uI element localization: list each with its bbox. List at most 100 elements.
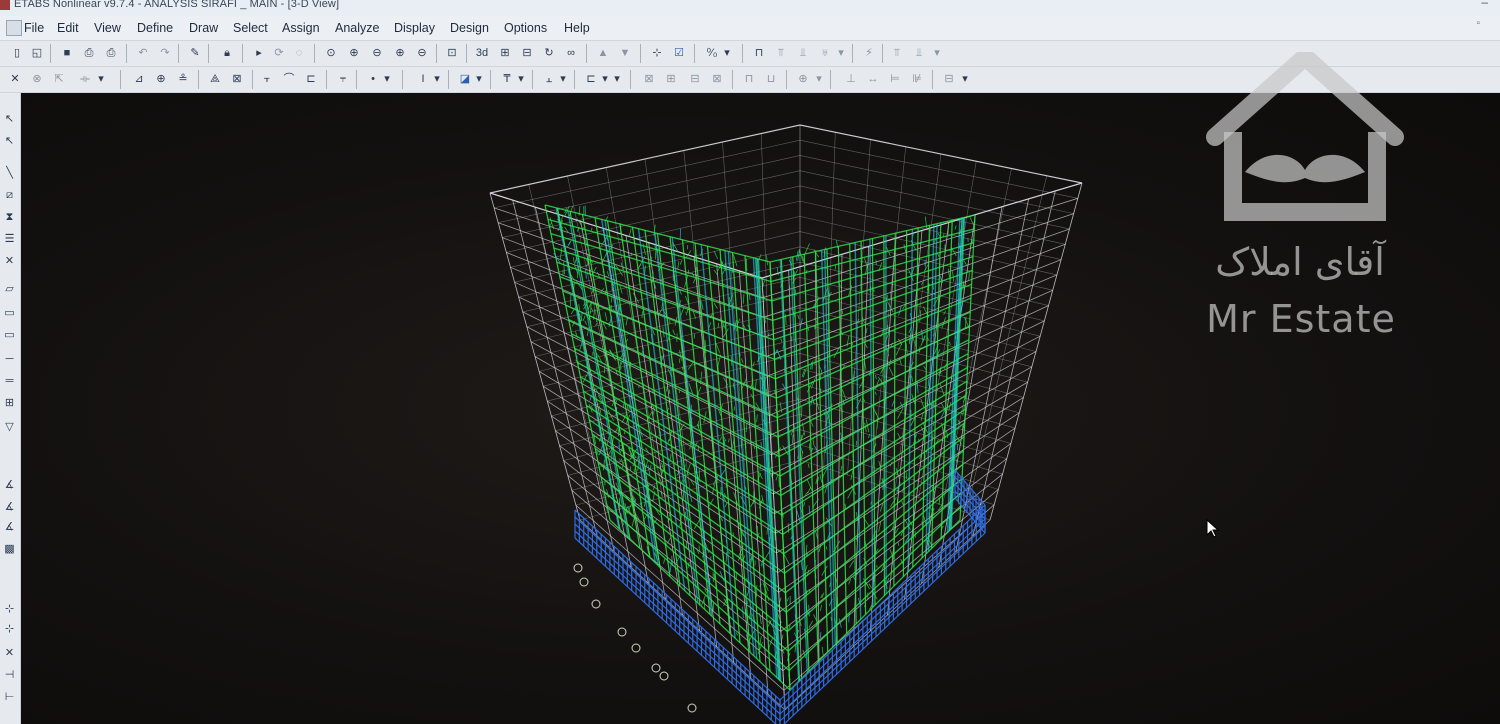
snap-perpendicular-icon[interactable]: ⊨: [886, 70, 904, 88]
design-icon[interactable]: ∡: [1, 519, 18, 536]
undo-icon[interactable]: ↶: [134, 44, 152, 62]
restore-view-icon[interactable]: ⊙: [322, 44, 340, 62]
percent-icon[interactable]: ⁰⁄₀: [700, 44, 724, 62]
select-all-icon[interactable]: ✕: [6, 70, 24, 88]
redo-icon[interactable]: ↷: [156, 44, 174, 62]
show-forces-icon[interactable]: ⫪: [888, 44, 906, 62]
lock-icon[interactable]: 🔒︎: [218, 44, 236, 62]
draw-area-icon[interactable]: ▱: [1, 281, 18, 298]
menu-analyze[interactable]: Analyze: [335, 21, 379, 35]
menu-define[interactable]: Define: [137, 21, 173, 35]
draw-point-icon[interactable]: ⊏: [302, 70, 320, 88]
snap-midpoint-icon[interactable]: ⊯: [908, 70, 926, 88]
draw-rect-area-icon[interactable]: ▭: [1, 327, 18, 344]
show-undeformed-icon[interactable]: ⊓: [750, 44, 768, 62]
assign-load-icon[interactable]: ₸: [498, 70, 516, 88]
clear-selection-icon[interactable]: ⇱: [50, 70, 68, 88]
3d-view-icon[interactable]: 3d: [472, 44, 492, 62]
dropdown-arrow-icon[interactable]: ▾: [558, 70, 568, 88]
assign-area-icon[interactable]: ◪: [456, 70, 474, 88]
set-display-options-icon[interactable]: ☑: [670, 44, 688, 62]
menu-help[interactable]: Help: [564, 21, 590, 35]
draw-slab-icon[interactable]: ▭: [1, 305, 18, 322]
pointer-icon[interactable]: ↖: [1, 111, 18, 128]
rubber-band-zoom-icon[interactable]: ◌: [290, 44, 308, 62]
draw-line-short-icon[interactable]: ─: [1, 351, 18, 368]
show-mode-icon[interactable]: ♅: [816, 44, 834, 62]
draw-wall-icon[interactable]: ⫧: [334, 70, 352, 88]
zoom-in-icon[interactable]: ⊕: [345, 44, 363, 62]
pan-icon[interactable]: ⊕: [391, 44, 409, 62]
run-analysis-icon[interactable]: ⚡︎: [860, 44, 878, 62]
draw-line-icon[interactable]: ╲: [1, 165, 18, 182]
snap-line-icon[interactable]: ⊥: [842, 70, 860, 88]
menu-draw[interactable]: Draw: [189, 21, 218, 35]
zoom-prev-icon[interactable]: ⊖: [413, 44, 431, 62]
new-icon[interactable]: ▯: [8, 44, 26, 62]
save-icon[interactable]: ■: [58, 44, 76, 62]
object-shrink-icon[interactable]: ⊹: [648, 44, 666, 62]
menu-edit[interactable]: Edit: [57, 21, 79, 35]
snap-end-icon[interactable]: ⊢: [1, 689, 18, 706]
pencil-icon[interactable]: ✎: [186, 44, 204, 62]
print-icon[interactable]: ⎙: [80, 44, 98, 62]
dropdown-arrow-icon[interactable]: ▾: [96, 70, 106, 88]
snap-point-icon[interactable]: ⊹: [1, 601, 18, 618]
pointer-icon[interactable]: ▸: [250, 44, 268, 62]
dropdown-arrow-icon[interactable]: ▾: [932, 44, 942, 62]
draw-frame-icon[interactable]: ⟁: [206, 70, 224, 88]
show-axes-icon[interactable]: ⊓: [740, 70, 758, 88]
print-preview-icon[interactable]: ⎙: [102, 44, 120, 62]
text-tool-icon[interactable]: ∡: [1, 477, 18, 494]
show-stresses-icon[interactable]: ⫫: [910, 44, 928, 62]
plan-view-icon[interactable]: ⊞: [496, 44, 514, 62]
elevation-view-icon[interactable]: ⊟: [518, 44, 536, 62]
show-deformed-icon[interactable]: ⫫: [794, 44, 812, 62]
draw-area-icon[interactable]: ⊿: [130, 70, 148, 88]
dropdown-arrow-icon[interactable]: ▾: [382, 70, 392, 88]
snap-midpoint-icon[interactable]: ⊣: [1, 667, 18, 684]
draw-cross-icon[interactable]: ✕: [1, 253, 18, 270]
menu-options[interactable]: Options: [504, 21, 547, 35]
refresh-icon[interactable]: ⟳: [270, 44, 288, 62]
draw-brace-icon[interactable]: ⧄: [1, 187, 18, 204]
label-tool-icon[interactable]: ∡: [1, 499, 18, 516]
dropdown-arrow-icon[interactable]: ▾: [836, 44, 846, 62]
show-grid-icon[interactable]: ⊠: [708, 70, 726, 88]
intersecting-line-icon[interactable]: ⟛: [76, 70, 94, 88]
section-cut-icon[interactable]: ▩: [1, 541, 18, 558]
draw-grid-icon[interactable]: ⊞: [1, 395, 18, 412]
menu-display[interactable]: Display: [394, 21, 435, 35]
dropdown-arrow-icon[interactable]: ▾: [722, 44, 732, 62]
rotate-3d-icon[interactable]: ↻: [540, 44, 558, 62]
minimize-button[interactable]: –: [1481, 0, 1488, 8]
draw-rect-area-icon[interactable]: ⊕: [152, 70, 170, 88]
open-icon[interactable]: ◱: [28, 44, 46, 62]
window-restore-button[interactable]: ▫: [1476, 18, 1480, 29]
show-loads-icon[interactable]: ⫪: [772, 44, 790, 62]
document-icon[interactable]: [6, 20, 22, 36]
dropdown-arrow-icon[interactable]: ▾: [516, 70, 526, 88]
move-down-icon[interactable]: ▼: [616, 44, 634, 62]
design-concrete-icon[interactable]: ⊠: [640, 70, 658, 88]
move-up-icon[interactable]: ▲: [594, 44, 612, 62]
dropdown-arrow-icon[interactable]: ▾: [600, 70, 610, 88]
snap-intersection-icon[interactable]: ⊹: [1, 621, 18, 638]
menu-design[interactable]: Design: [450, 21, 489, 35]
perspective-icon[interactable]: ∞: [562, 44, 580, 62]
menu-view[interactable]: View: [94, 21, 121, 35]
draw-column-icon[interactable]: ⧗: [1, 209, 18, 226]
menu-assign[interactable]: Assign: [282, 21, 320, 35]
zoom-out-icon[interactable]: ⊖: [368, 44, 386, 62]
assign-frame-icon[interactable]: I: [414, 70, 432, 88]
snap-perpendicular-icon[interactable]: ✕: [1, 645, 18, 662]
snap-options-icon[interactable]: ⊟: [940, 70, 958, 88]
menu-file[interactable]: File: [24, 21, 44, 35]
get-previous-icon[interactable]: ⊗: [28, 70, 46, 88]
draw-brace-icon[interactable]: ⊠: [228, 70, 246, 88]
snap-intersection-icon[interactable]: ↔: [864, 70, 882, 88]
dropdown-arrow-icon[interactable]: ▾: [474, 70, 484, 88]
snap-point-icon[interactable]: ⊕: [794, 70, 812, 88]
draw-line-icon[interactable]: ≗: [174, 70, 192, 88]
design-composite-icon[interactable]: ⊞: [662, 70, 680, 88]
